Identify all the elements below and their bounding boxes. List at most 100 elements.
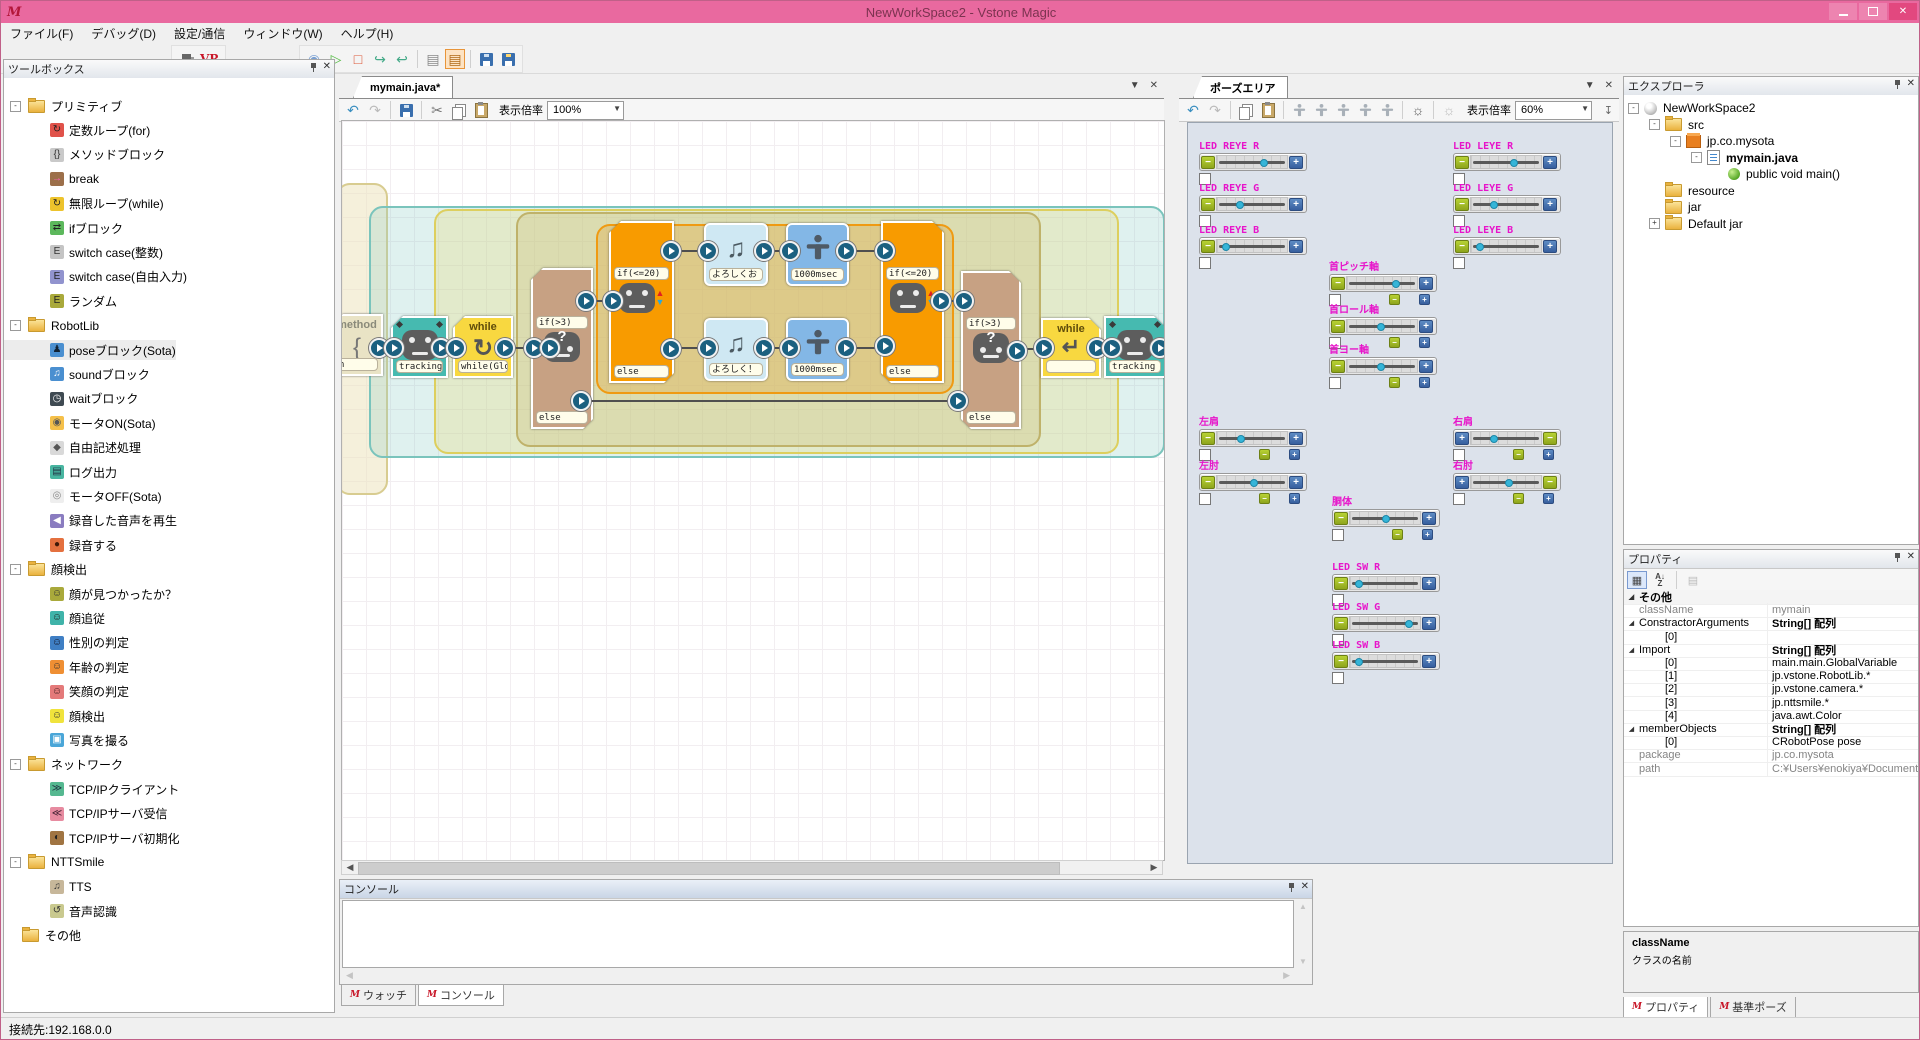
slider-thumb[interactable] xyxy=(1392,280,1400,288)
save-icon[interactable] xyxy=(476,49,496,69)
property-value[interactable]: C:¥Users¥enokiya¥Documents xyxy=(1768,763,1918,775)
menu-settings-comm[interactable]: 設定/通信 xyxy=(165,23,234,44)
toolbox-item[interactable]: Eswitch case(整数) xyxy=(4,242,163,262)
pose-all-axes-icon[interactable] xyxy=(1289,100,1309,120)
new-file-icon[interactable]: ▤ xyxy=(423,49,443,69)
connector-port[interactable] xyxy=(780,241,800,261)
slider-thumb[interactable] xyxy=(1490,435,1498,443)
tab-watch[interactable]: Mウォッチ xyxy=(341,985,416,1006)
toolbox-item[interactable]: ☺顔検出 xyxy=(4,706,105,726)
slider-track[interactable] xyxy=(1346,319,1418,333)
slider-track[interactable] xyxy=(1349,654,1421,668)
console-output[interactable] xyxy=(342,900,1294,968)
fine-decrement-button[interactable]: − xyxy=(1389,377,1400,388)
slider-thumb[interactable] xyxy=(1382,515,1390,523)
copy-icon[interactable] xyxy=(449,100,469,120)
explorer-item-mymain-java[interactable]: -mymain.java xyxy=(1691,150,1798,166)
slider-track[interactable] xyxy=(1470,155,1542,169)
connector-port[interactable] xyxy=(661,241,681,261)
collapse-expander-icon[interactable]: - xyxy=(10,320,21,331)
pin-icon[interactable] xyxy=(1894,80,1901,89)
explorer-item-jp-co-mysota[interactable]: -jp.co.mysota xyxy=(1670,133,1774,149)
toolbox-item[interactable]: ◀録音した音声を再生 xyxy=(4,511,177,531)
close-panel-icon[interactable]: ✕ xyxy=(1301,882,1309,892)
slider-track[interactable] xyxy=(1349,576,1421,590)
connector-port[interactable] xyxy=(1007,341,1027,361)
collapse-expander-icon[interactable]: - xyxy=(1670,136,1681,147)
slider-checkbox[interactable] xyxy=(1332,672,1344,684)
undo-icon[interactable]: ↶ xyxy=(343,100,363,120)
menu-debug[interactable]: デバッグ(D) xyxy=(82,23,165,44)
increment-button[interactable]: + xyxy=(1289,240,1303,253)
slider-thumb[interactable] xyxy=(1355,580,1363,588)
property-value[interactable]: jp.co.mysota xyxy=(1768,749,1918,761)
property-value[interactable]: CRobotPose pose xyxy=(1768,736,1918,748)
property-row[interactable]: pathC:¥Users¥enokiya¥Documents xyxy=(1624,762,1918,777)
categorized-view-icon[interactable]: ▦ xyxy=(1627,571,1647,589)
slider-track[interactable] xyxy=(1216,431,1288,445)
decrement-button[interactable]: − xyxy=(1201,156,1215,169)
expand-triangle-icon[interactable]: ◢ xyxy=(1624,593,1639,601)
toolbox-item[interactable]: ◆自由記述処理 xyxy=(4,438,141,458)
toolbox-group-0[interactable]: -プリミティブ xyxy=(4,96,122,116)
slider-checkbox[interactable] xyxy=(1199,493,1211,505)
close-panel-icon[interactable]: ✕ xyxy=(1907,79,1915,89)
pose-upper-body-icon[interactable] xyxy=(1311,100,1331,120)
decrement-button[interactable]: − xyxy=(1331,320,1345,333)
menu-help[interactable]: ヘルプ(H) xyxy=(332,23,403,44)
pin-icon[interactable] xyxy=(1288,883,1295,892)
menu-window[interactable]: ウィンドウ(W) xyxy=(234,23,331,44)
decrement-button[interactable]: − xyxy=(1201,240,1215,253)
fine-increment-button[interactable]: + xyxy=(1419,377,1430,388)
collapse-expander-icon[interactable]: - xyxy=(10,564,21,575)
connector-port[interactable] xyxy=(603,291,623,311)
decrement-button[interactable]: − xyxy=(1331,360,1345,373)
increment-button[interactable]: + xyxy=(1289,156,1303,169)
slider-track[interactable] xyxy=(1349,616,1421,630)
connector-port[interactable] xyxy=(754,241,774,261)
tab-console[interactable]: Mコンソール xyxy=(418,985,504,1006)
pose-mirror-icon[interactable] xyxy=(1377,100,1397,120)
decrement-button[interactable]: − xyxy=(1543,476,1557,489)
fine-decrement-button[interactable]: − xyxy=(1513,493,1524,504)
toolbox-item[interactable]: ☺顔が見つかったか？ xyxy=(4,584,177,604)
slider-checkbox[interactable] xyxy=(1332,529,1344,541)
increment-button[interactable]: + xyxy=(1422,617,1436,630)
property-value[interactable]: jp.nttsmile.* xyxy=(1768,697,1918,709)
connector-port[interactable] xyxy=(954,291,974,311)
capture-pose-icon[interactable]: ☼ xyxy=(1408,100,1428,120)
undo-icon[interactable]: ↶ xyxy=(1183,100,1203,120)
fine-increment-button[interactable]: + xyxy=(1422,529,1433,540)
connector-port[interactable] xyxy=(571,391,591,411)
increment-button[interactable]: + xyxy=(1289,476,1303,489)
increment-button[interactable]: + xyxy=(1455,432,1469,445)
connector-port[interactable] xyxy=(661,339,681,359)
connector-port[interactable] xyxy=(576,291,596,311)
slider-track[interactable] xyxy=(1470,431,1542,445)
connector-port[interactable] xyxy=(540,338,560,358)
increment-button[interactable]: + xyxy=(1543,240,1557,253)
connector-port[interactable] xyxy=(446,338,466,358)
property-value[interactable]: mymain xyxy=(1768,604,1918,616)
slider-track[interactable] xyxy=(1216,197,1288,211)
increment-button[interactable]: + xyxy=(1422,577,1436,590)
collapse-expander-icon[interactable]: - xyxy=(1691,152,1702,163)
paste-icon[interactable] xyxy=(471,100,491,120)
close-panel-icon[interactable]: ✕ xyxy=(323,62,331,72)
decrement-button[interactable]: − xyxy=(1201,432,1215,445)
connector-port[interactable] xyxy=(495,338,515,358)
scrollbar-thumb[interactable] xyxy=(358,862,1060,875)
connector-port[interactable] xyxy=(948,391,968,411)
toolbox-group-3[interactable]: -ネットワーク xyxy=(4,755,123,775)
fine-increment-button[interactable]: + xyxy=(1543,493,1554,504)
connector-port[interactable] xyxy=(780,338,800,358)
increment-button[interactable]: + xyxy=(1422,655,1436,668)
explorer-item-src[interactable]: -src xyxy=(1649,117,1704,133)
connector-port[interactable] xyxy=(698,338,718,358)
pin-icon[interactable] xyxy=(310,63,317,72)
editor-zoom-select[interactable]: 100% ▼ xyxy=(547,101,624,120)
pose-right-arm-icon[interactable] xyxy=(1333,100,1353,120)
collapse-expander-icon[interactable]: - xyxy=(1649,119,1660,130)
increment-button[interactable]: + xyxy=(1543,156,1557,169)
connector-port[interactable] xyxy=(1102,338,1122,358)
